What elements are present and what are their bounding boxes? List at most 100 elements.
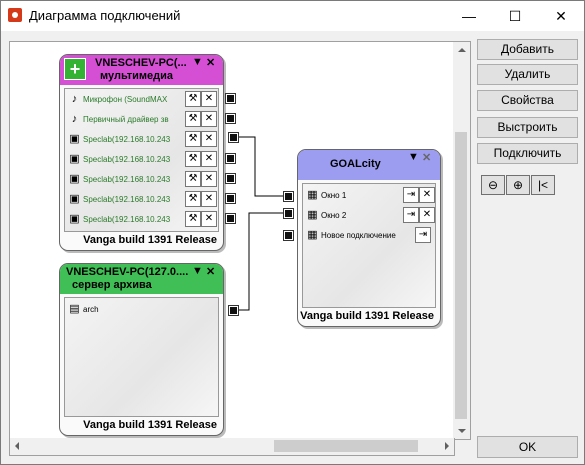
add-button[interactable]: Добавить [477, 39, 578, 60]
input-port[interactable] [283, 230, 294, 241]
horizontal-scrollbar[interactable] [9, 438, 455, 456]
delete-x-icon[interactable]: ✕ [201, 131, 217, 147]
output-port[interactable] [225, 193, 236, 204]
ok-button[interactable]: OK [477, 436, 578, 458]
scroll-left-icon[interactable] [15, 442, 19, 450]
delete-x-icon[interactable]: ✕ [201, 191, 217, 207]
camera-icon: ▣ [69, 153, 80, 165]
remove-button[interactable]: Удалить [477, 64, 578, 85]
row-label: Окно 2 [321, 210, 347, 220]
wrench-icon[interactable]: ⚒ [185, 191, 201, 207]
scroll-thumb[interactable] [455, 132, 467, 419]
camera-icon: ▣ [69, 133, 80, 145]
row-label: arch [83, 304, 99, 314]
input-port[interactable] [283, 191, 294, 202]
delete-x-icon[interactable]: ✕ [201, 211, 217, 227]
list-item[interactable]: ♪ Микрофон (SoundMAX [68, 91, 176, 107]
list-item[interactable]: ▣ Speclab(192.168.10.243 [68, 171, 176, 187]
wrench-icon[interactable]: ⚒ [185, 131, 201, 147]
list-item[interactable]: ▦ Окно 1 [306, 187, 401, 203]
list-item[interactable]: ▣ Speclab(192.168.10.243 [68, 211, 176, 227]
collapse-triangle-icon[interactable]: ▼ [192, 265, 203, 277]
output-port[interactable] [228, 305, 239, 316]
zoom-fit-icon[interactable]: |< [531, 175, 555, 195]
zoom-out-icon[interactable]: ⊖ [481, 175, 505, 195]
node-multimedia-body: ♪ Микрофон (SoundMAX ♪ Первичный драйвер… [64, 88, 219, 232]
arrange-button[interactable]: Выстроить [477, 117, 578, 138]
maximize-button[interactable]: ☐ [492, 1, 538, 31]
delete-x-icon[interactable]: ✕ [419, 207, 435, 223]
node-build-label: Vanga build 1391 Release [83, 419, 217, 431]
zoom-in-icon[interactable]: ⊕ [506, 175, 530, 195]
link-settings-icon[interactable]: ⇥ [403, 187, 419, 203]
node-archive[interactable]: VNESCHEV-PC(127.0.... сервер архива ▼ ✕ … [59, 263, 224, 436]
delete-x-icon[interactable]: ✕ [201, 111, 217, 127]
archive-icon: ▤ [69, 303, 80, 315]
wrench-icon[interactable]: ⚒ [185, 151, 201, 167]
diagram-canvas[interactable]: + VNESCHEV-PC(... мультимедиа ▼ ✕ ♪ Микр… [9, 41, 455, 440]
row-label: Speclab(192.168.10.243 [83, 154, 171, 164]
output-port[interactable] [225, 173, 236, 184]
node-subtitle: сервер архива [72, 279, 152, 291]
camera-icon: ▣ [69, 173, 80, 185]
window-title: Диаграмма подключений [29, 8, 181, 23]
delete-x-icon[interactable]: ✕ [201, 91, 217, 107]
row-label: Микрофон (SoundMAX [83, 94, 168, 104]
collapse-triangle-icon[interactable]: ▼ [192, 56, 203, 68]
row-label: Speclab(192.168.10.243 [83, 174, 171, 184]
delete-x-icon[interactable]: ✕ [201, 171, 217, 187]
node-name: VNESCHEV-PC(127.0.... [66, 266, 189, 278]
close-x-icon[interactable]: ✕ [206, 56, 215, 69]
wrench-icon[interactable]: ⚒ [185, 111, 201, 127]
node-goalcity-header[interactable]: GOALcity ▼ ✕ [298, 150, 440, 180]
list-item[interactable]: ▤ arch [68, 301, 176, 317]
output-port[interactable] [225, 213, 236, 224]
connection-diagram-window: Диаграмма подключений — ☐ ✕ + VNESCHEV-P… [0, 0, 585, 465]
node-multimedia[interactable]: + VNESCHEV-PC(... мультимедиа ▼ ✕ ♪ Микр… [59, 54, 224, 251]
close-button[interactable]: ✕ [538, 1, 584, 31]
close-x-icon[interactable]: ✕ [422, 151, 431, 164]
camera-icon: ▣ [69, 193, 80, 205]
wrench-icon[interactable]: ⚒ [185, 171, 201, 187]
window-icon: ▦ [307, 189, 318, 201]
list-item[interactable]: ▦ Окно 2 [306, 207, 401, 223]
scroll-up-icon[interactable] [458, 48, 466, 52]
node-goalcity-body: ▦ Окно 1 ▦ Окно 2 ▦ Новое подключение ⇥ … [302, 183, 436, 308]
wrench-icon[interactable]: ⚒ [185, 91, 201, 107]
node-multimedia-header[interactable]: + VNESCHEV-PC(... мультимедиа ▼ ✕ [60, 55, 223, 85]
add-plus-icon[interactable]: + [64, 58, 86, 80]
node-archive-header[interactable]: VNESCHEV-PC(127.0.... сервер архива ▼ ✕ [60, 264, 223, 294]
window-icon: ▦ [307, 229, 318, 241]
properties-button[interactable]: Свойства [477, 90, 578, 111]
collapse-triangle-icon[interactable]: ▼ [408, 151, 419, 163]
list-item[interactable]: ♪ Первичный драйвер зв [68, 111, 176, 127]
list-item[interactable]: ▦ Новое подключение [306, 227, 407, 243]
row-label: Speclab(192.168.10.243 [83, 194, 171, 204]
input-port[interactable] [283, 208, 294, 219]
output-port[interactable] [225, 113, 236, 124]
node-name: VNESCHEV-PC(... [95, 57, 187, 69]
scroll-down-icon[interactable] [458, 429, 466, 433]
node-goalcity[interactable]: GOALcity ▼ ✕ ▦ Окно 1 ▦ Окно 2 ▦ Новое п… [297, 149, 441, 327]
output-port[interactable] [228, 132, 239, 143]
delete-x-icon[interactable]: ✕ [201, 151, 217, 167]
vertical-scrollbar[interactable] [453, 41, 471, 440]
link-settings-icon[interactable]: ⇥ [415, 227, 431, 243]
node-subtitle: мультимедиа [100, 70, 174, 82]
list-item[interactable]: ▣ Speclab(192.168.10.243 [68, 151, 176, 167]
minimize-button[interactable]: — [446, 1, 492, 31]
node-name: GOALcity [330, 158, 381, 170]
wrench-icon[interactable]: ⚒ [185, 211, 201, 227]
output-port[interactable] [225, 93, 236, 104]
close-x-icon[interactable]: ✕ [206, 265, 215, 278]
row-label: Speclab(192.168.10.243 [83, 134, 171, 144]
connect-button[interactable]: Подключить [477, 143, 578, 164]
output-port[interactable] [225, 153, 236, 164]
list-item[interactable]: ▣ Speclab(192.168.10.243 [68, 191, 176, 207]
scroll-right-icon[interactable] [445, 442, 449, 450]
scroll-thumb[interactable] [274, 440, 418, 452]
list-item[interactable]: ▣ Speclab(192.168.10.243 [68, 131, 176, 147]
link-settings-icon[interactable]: ⇥ [403, 207, 419, 223]
delete-x-icon[interactable]: ✕ [419, 187, 435, 203]
window-icon: ▦ [307, 209, 318, 221]
